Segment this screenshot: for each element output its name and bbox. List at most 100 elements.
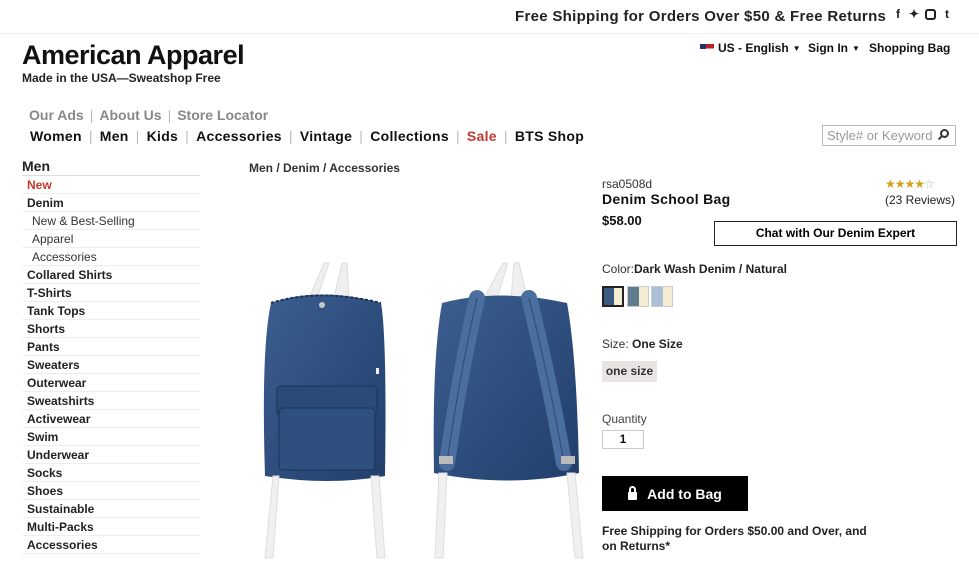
sidebar-item-tank-tops[interactable]: Tank Tops — [22, 302, 200, 320]
rating-stars[interactable]: ★★★★☆ — [885, 177, 935, 191]
color-label: Color: — [602, 262, 635, 276]
sidebar-item-sweatshirts[interactable]: Sweatshirts — [22, 392, 200, 410]
front-bottom-strap-left — [264, 475, 280, 559]
front-pocket — [278, 407, 376, 471]
product-price: $58.00 — [602, 213, 642, 228]
sidebar-item-t-shirts[interactable]: T-Shirts — [22, 284, 200, 302]
chevron-down-icon: ▼ — [792, 43, 801, 53]
sign-in-link[interactable]: Sign In ▼ — [808, 41, 860, 55]
sidebar-item-underwear[interactable]: Underwear — [22, 446, 200, 464]
buckle-left — [439, 456, 453, 464]
sidebar-item-socks[interactable]: Socks — [22, 464, 200, 482]
nav-accessories[interactable]: Accessories — [196, 128, 282, 144]
add-to-bag-label: Add to Bag — [647, 485, 722, 502]
tumblr-icon[interactable]: t — [942, 7, 952, 21]
breadcrumb[interactable]: Men / Denim / Accessories — [249, 161, 400, 175]
divider: | — [359, 128, 364, 144]
size-label: Size: — [602, 337, 629, 351]
shipping-note: Free Shipping for Orders $50.00 and Over… — [602, 524, 867, 553]
size-value: One Size — [632, 337, 683, 351]
divider: | — [167, 107, 172, 123]
sidebar-item-accessories[interactable]: Accessories — [22, 536, 200, 554]
star-icon: ★ — [894, 177, 906, 191]
color-swatch-dark-wash[interactable] — [602, 286, 624, 307]
color-swatch-light-wash[interactable] — [651, 286, 673, 307]
locale-selector[interactable]: US - English ▼ — [700, 41, 801, 55]
logo[interactable]: American Apparel — [22, 40, 245, 71]
sidebar-item-collared-shirts[interactable]: Collared Shirts — [22, 266, 200, 284]
sidebar-item-denim[interactable]: Denim — [22, 194, 200, 212]
nav-store-locator[interactable]: Store Locator — [177, 107, 268, 123]
front-strap-left — [308, 262, 330, 299]
sidebar-item-sweaters[interactable]: Sweaters — [22, 356, 200, 374]
sidebar-item-activewear[interactable]: Activewear — [22, 410, 200, 428]
buckle-right — [561, 456, 575, 464]
nav-our-ads[interactable]: Our Ads — [29, 107, 84, 123]
promo-bar: Free Shipping for Orders Over $50 & Free… — [0, 0, 979, 34]
nav-about-us[interactable]: About Us — [99, 107, 161, 123]
lock-icon — [628, 485, 638, 500]
sidebar-item-new-best-selling[interactable]: New & Best-Selling — [22, 212, 200, 230]
facebook-icon[interactable]: f — [893, 7, 903, 21]
nav-bts-shop[interactable]: BTS Shop — [515, 128, 584, 144]
main-nav: Women | Men | Kids | Accessories | Vintage | … — [30, 128, 584, 144]
quantity-input[interactable]: 1 — [602, 430, 644, 449]
color-value: Dark Wash Denim / Natural — [634, 262, 787, 276]
sidebar-item-sustainable[interactable]: Sustainable — [22, 500, 200, 518]
sidebar-item-swim[interactable]: Swim — [22, 428, 200, 446]
chat-expert-button[interactable]: Chat with Our Denim Expert — [714, 221, 957, 246]
divider: | — [288, 128, 293, 144]
us-flag-icon — [700, 43, 714, 53]
shopping-bag-link[interactable]: Shopping Bag — [869, 41, 950, 55]
divider: | — [88, 128, 93, 144]
sidebar-title[interactable]: Men — [22, 158, 200, 176]
divider: | — [89, 107, 94, 123]
star-icon: ★ — [904, 177, 916, 191]
back-strap-left — [483, 262, 509, 299]
nav-sale[interactable]: Sale — [467, 128, 497, 144]
search-icon[interactable] — [940, 129, 949, 138]
reviews-link[interactable]: (23 Reviews) — [885, 193, 955, 207]
sidebar-item-denim-accessories[interactable]: Accessories — [22, 248, 200, 266]
product-sku: rsa0508d — [602, 177, 653, 191]
front-strap-right — [333, 262, 350, 299]
nav-women[interactable]: Women — [30, 128, 82, 144]
size-info: Size: One Size — [602, 337, 683, 351]
secondary-nav: Our Ads | About Us | Store Locator — [29, 107, 268, 123]
sign-in-label: Sign In — [808, 41, 848, 55]
sidebar-item-outerwear[interactable]: Outerwear — [22, 374, 200, 392]
nav-kids[interactable]: Kids — [147, 128, 179, 144]
social-links: f ✦ t — [893, 7, 952, 21]
locale-label: US - English — [718, 41, 789, 55]
promo-text: Free Shipping for Orders Over $50 & Free… — [515, 8, 887, 25]
sidebar-item-shorts[interactable]: Shorts — [22, 320, 200, 338]
sidebar-item-new[interactable]: New — [22, 176, 200, 194]
color-swatch-medium-wash[interactable] — [627, 286, 649, 307]
nav-men[interactable]: Men — [100, 128, 129, 144]
tagline: Made in the USA—Sweatshop Free — [22, 71, 221, 85]
front-bottom-strap-right — [370, 475, 386, 559]
sidebar-item-multi-packs[interactable]: Multi-Packs — [22, 518, 200, 536]
back-bottom-strap-right — [566, 472, 584, 559]
product-name: Denim School Bag — [602, 191, 731, 207]
search-input[interactable]: Style# or Keyword — [822, 125, 956, 146]
sidebar-item-shoes[interactable]: Shoes — [22, 482, 200, 500]
chevron-down-icon: ▼ — [852, 43, 860, 53]
divider: | — [455, 128, 460, 144]
size-option-one-size[interactable]: one size — [602, 361, 657, 382]
sidebar-item-apparel[interactable]: Apparel — [22, 230, 200, 248]
nav-collections[interactable]: Collections — [370, 128, 449, 144]
add-to-bag-button[interactable]: Add to Bag — [602, 476, 748, 511]
product-image[interactable] — [249, 258, 589, 563]
twitter-icon[interactable]: ✦ — [909, 7, 919, 21]
color-info: Color:Dark Wash Denim / Natural — [602, 262, 787, 276]
quantity-label: Quantity — [602, 412, 647, 426]
star-icon: ★ — [914, 177, 925, 191]
shopping-bag-label: Shopping Bag — [869, 41, 951, 55]
divider: | — [503, 128, 508, 144]
divider: | — [135, 128, 140, 144]
nav-vintage[interactable]: Vintage — [300, 128, 352, 144]
sidebar-item-pants[interactable]: Pants — [22, 338, 200, 356]
back-bottom-strap-left — [434, 472, 448, 559]
instagram-icon[interactable] — [925, 9, 936, 20]
